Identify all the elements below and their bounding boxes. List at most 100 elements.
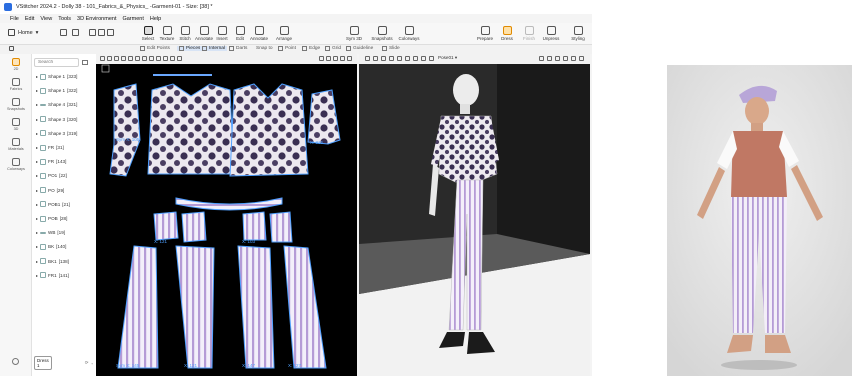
tree-item[interactable]: ▸ BK [140] <box>32 242 96 251</box>
nav-2d[interactable]: 2D <box>2 58 30 71</box>
grid-icon[interactable] <box>107 29 114 36</box>
refresh-icon[interactable]: ⟳ <box>85 360 89 366</box>
avatar-shadow <box>721 360 797 370</box>
menu-view[interactable]: View <box>40 16 52 22</box>
nav-colorways[interactable]: Colorways <box>2 158 30 171</box>
sleeve-right-piece <box>307 89 341 145</box>
undo-icon[interactable] <box>89 29 96 36</box>
dress-chip[interactable]: Dress 1 <box>34 356 52 370</box>
filter-icon[interactable] <box>82 60 88 65</box>
point-label: Point <box>285 46 296 51</box>
internal-toggle[interactable]: Internal <box>200 46 227 51</box>
nav-materials[interactable]: Materials <box>2 138 30 151</box>
folder-icon[interactable] <box>60 29 67 36</box>
tool-snapshots[interactable]: Snapshots <box>371 26 393 41</box>
help-icon[interactable] <box>12 358 19 365</box>
menu-tools[interactable]: Tools <box>58 16 71 22</box>
darts-toggle[interactable]: Darts <box>229 46 247 51</box>
settings-3d-icon[interactable] <box>579 56 584 61</box>
tree-item[interactable]: ▸ Shape 4 [321] <box>32 100 96 109</box>
menu-file[interactable]: File <box>10 16 19 22</box>
pieces-toggle[interactable]: Pieces <box>177 46 203 51</box>
tool-sym-3d[interactable]: Sym 3D <box>343 26 365 41</box>
nav-label: Materials <box>8 147 24 151</box>
tree-item[interactable]: ▸ PO1 [22] <box>32 171 96 180</box>
tree-item[interactable]: ▸ PO [29] <box>32 186 96 195</box>
pose-dropdown[interactable]: Pose01 ▾ <box>438 55 457 61</box>
tree-item[interactable]: ▸ Shape 3 [319] <box>32 129 96 138</box>
snap-point-toggle[interactable]: Point <box>278 46 296 51</box>
lock-icon[interactable]: ▫ <box>92 361 94 366</box>
render-icon[interactable] <box>413 56 418 61</box>
2d-pattern-window[interactable]: Sym X: 105 X: 315 X: 121 X: 103 Sym X: 1… <box>96 54 357 376</box>
tree-item-label: Shape 1 <box>48 74 66 79</box>
tree-item[interactable]: ▸ WB [19] <box>32 228 96 237</box>
tree-item[interactable]: ▸ Shape 3 [320] <box>32 115 96 124</box>
menu-3d-environment[interactable]: 3D Environment <box>77 16 116 22</box>
view-front-icon[interactable] <box>365 56 370 61</box>
nav-snapshots[interactable]: Snapshots <box>2 98 30 111</box>
collapse-panel-icon[interactable] <box>9 46 14 51</box>
tool-prepare[interactable]: Prepare <box>474 26 496 41</box>
edit-points-icon <box>140 46 145 51</box>
nav-fabrics[interactable]: Fabrics <box>2 78 30 91</box>
rotate-icon[interactable] <box>397 56 402 61</box>
save-icon[interactable] <box>72 29 79 36</box>
edit-points-toggle[interactable]: Edit Points <box>140 46 170 51</box>
rendered-avatar-preview <box>667 65 852 376</box>
reset-view-icon[interactable] <box>389 56 394 61</box>
nav-3d[interactable]: 3D <box>2 118 30 131</box>
fabric-check-icon[interactable] <box>547 56 552 61</box>
tree-footer: Dress 1 ⟳ ▫ ↶ <box>32 356 100 370</box>
pattern-canvas <box>101 64 341 369</box>
display-3d-icon[interactable] <box>539 56 544 61</box>
main-toolbar: Home ▾ Select Texture Stitch Annotate In… <box>0 23 592 45</box>
view-side-icon[interactable] <box>373 56 378 61</box>
home-button[interactable]: Home ▾ <box>8 29 38 36</box>
menu-edit[interactable]: Edit <box>25 16 34 22</box>
tool-dress[interactable]: Dress <box>496 26 518 41</box>
search-input[interactable] <box>34 58 79 67</box>
redo-icon[interactable] <box>98 29 105 36</box>
tool-finish[interactable]: Finish <box>518 26 540 41</box>
snap-edge-toggle[interactable]: Edge <box>302 46 320 51</box>
front-bodice-piece <box>229 83 309 177</box>
view-back-icon[interactable] <box>381 56 386 61</box>
tool-unpress[interactable]: Unpress <box>540 26 562 41</box>
tree-item[interactable]: ▸ Shape 1 [322] <box>32 86 96 95</box>
tool-arrange[interactable]: Arrange <box>273 26 295 41</box>
unpress-icon <box>546 26 556 35</box>
tree-item[interactable]: ▸ Shape 1 [323] <box>32 72 96 81</box>
tension-map-icon[interactable] <box>555 56 560 61</box>
tree-item[interactable]: ▸ POB1 [21] <box>32 200 96 209</box>
tree-item[interactable]: ▸ FR [143] <box>32 157 96 166</box>
menu-help[interactable]: Help <box>150 16 161 22</box>
tree-item-count: [138] <box>58 258 69 264</box>
tree-item[interactable]: ▸ FR1 [141] <box>32 271 96 280</box>
light-icon[interactable] <box>405 56 410 61</box>
menu-garment[interactable]: Garment <box>122 16 143 22</box>
menu-bar: File Edit View Tools 3D Environment Garm… <box>0 14 592 23</box>
tool-styling[interactable]: Styling <box>567 26 589 41</box>
slide-toggle[interactable]: Slide <box>382 46 400 51</box>
snapshot-3d-icon[interactable] <box>421 56 426 61</box>
tree-item[interactable]: ▸ POB [28] <box>32 214 96 223</box>
tool-colorways[interactable]: Colorways <box>398 26 420 41</box>
3d-scene <box>359 64 590 376</box>
piece-thumbnail-icon <box>40 158 46 165</box>
nav-label: Snapshots <box>7 107 25 111</box>
guideline-label: Guideline <box>353 46 374 51</box>
tool-label: Edit <box>236 36 244 41</box>
tool-annotate[interactable]: Annotate <box>248 26 270 41</box>
tool-label: Arrange <box>275 36 292 41</box>
snap-grid-toggle[interactable]: Grid <box>325 46 341 51</box>
tree-item-label: FR1 <box>48 272 57 278</box>
tree-item[interactable]: ▸ BK1 [138] <box>32 257 96 266</box>
fit-check-icon[interactable] <box>563 56 568 61</box>
3d-viewport[interactable]: Pose01 ▾ <box>359 54 590 376</box>
tree-item[interactable]: ▸ FR [31] <box>32 143 96 152</box>
tree-item-label: PO <box>48 187 55 193</box>
camera-3d-icon[interactable] <box>571 56 576 61</box>
snap-guideline-toggle[interactable]: Guideline <box>346 46 373 51</box>
avatar-icon[interactable] <box>429 56 434 61</box>
